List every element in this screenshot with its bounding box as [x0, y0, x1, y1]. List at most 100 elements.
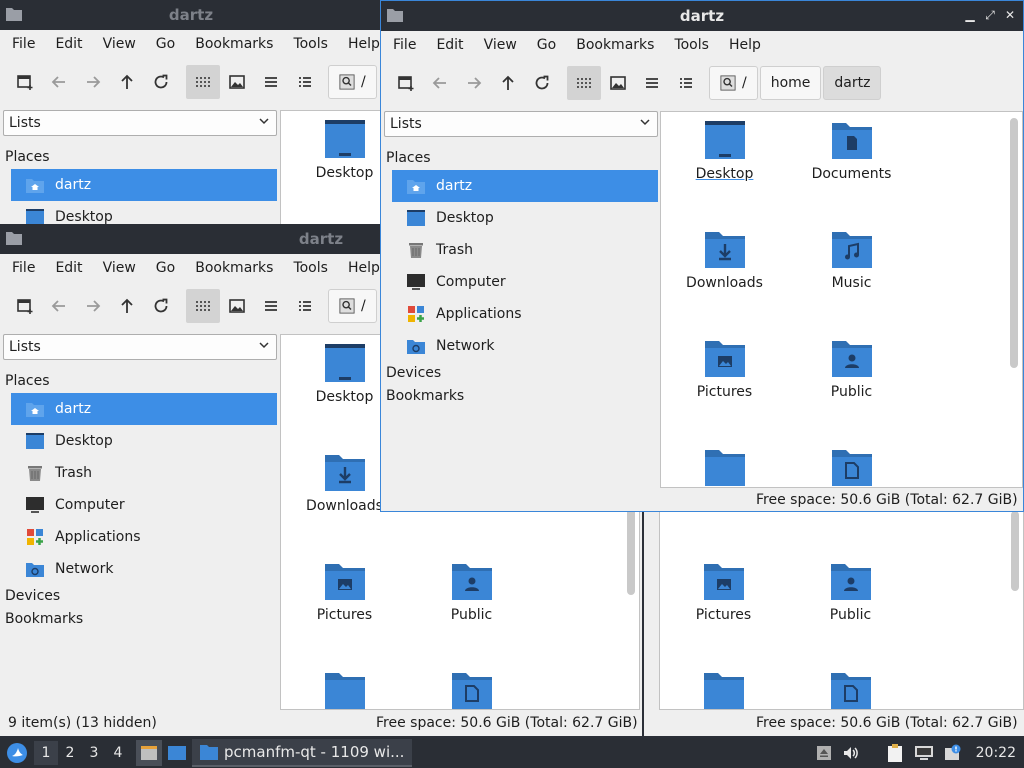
- menu-help[interactable]: Help: [719, 37, 771, 53]
- menu-file[interactable]: File: [2, 36, 45, 52]
- titlebar[interactable]: dartz ▁ ⤢ ✕: [381, 1, 1023, 31]
- menu-tools[interactable]: Tools: [283, 36, 338, 52]
- menu-view[interactable]: View: [93, 260, 146, 276]
- file-item-folder[interactable]: [660, 670, 787, 709]
- workspace-1[interactable]: 1: [34, 741, 58, 765]
- sidebar-mode-select[interactable]: Lists: [384, 111, 658, 137]
- minimize-icon[interactable]: ▁: [963, 7, 977, 23]
- back-button[interactable]: [42, 289, 76, 323]
- new-tab-button[interactable]: [8, 65, 42, 99]
- sidebar-item-network[interactable]: Network: [11, 553, 277, 585]
- file-item-templates[interactable]: [787, 670, 914, 709]
- network-wired-icon[interactable]: [914, 744, 934, 762]
- menu-edit[interactable]: Edit: [45, 260, 92, 276]
- sidebar-item-desktop[interactable]: Desktop: [11, 425, 277, 457]
- reload-button[interactable]: [144, 65, 178, 99]
- start-menu-button[interactable]: [0, 742, 34, 764]
- forward-button[interactable]: [457, 66, 491, 100]
- up-button[interactable]: [491, 66, 525, 100]
- titlebar[interactable]: dartz: [0, 0, 382, 30]
- menu-file[interactable]: File: [383, 37, 426, 53]
- sidebar-item-trash[interactable]: Trash: [392, 234, 658, 266]
- menu-tools[interactable]: Tools: [283, 260, 338, 276]
- reload-button[interactable]: [525, 66, 559, 100]
- update-notifier-icon[interactable]: [944, 744, 962, 762]
- icon-view-button[interactable]: [186, 289, 220, 323]
- sidebar-item-applications[interactable]: Applications: [392, 298, 658, 330]
- new-tab-button[interactable]: [8, 289, 42, 323]
- file-item-music[interactable]: Music: [788, 229, 915, 291]
- file-view[interactable]: Desktop Documents Downloads Music Pictur…: [660, 111, 1023, 488]
- file-item-downloads[interactable]: Downloads: [661, 229, 788, 291]
- path-crumb-home[interactable]: home: [759, 66, 822, 100]
- sidebar-item-dartz[interactable]: dartz: [392, 170, 658, 202]
- workspace-4[interactable]: 4: [106, 745, 130, 761]
- menu-help[interactable]: Help: [338, 36, 382, 52]
- new-tab-button[interactable]: [389, 66, 423, 100]
- thumbnail-view-button[interactable]: [220, 65, 254, 99]
- file-item-templates[interactable]: [788, 447, 915, 487]
- menu-view[interactable]: View: [93, 36, 146, 52]
- file-item-folder[interactable]: [661, 447, 788, 487]
- icon-view-button[interactable]: [567, 66, 601, 100]
- menu-bookmarks[interactable]: Bookmarks: [185, 260, 283, 276]
- up-button[interactable]: [110, 65, 144, 99]
- compact-view-button[interactable]: [254, 289, 288, 323]
- menu-edit[interactable]: Edit: [45, 36, 92, 52]
- icon-view-button[interactable]: [186, 65, 220, 99]
- file-item-public[interactable]: Public: [787, 561, 914, 623]
- sidebar-item-trash[interactable]: Trash: [11, 457, 277, 489]
- path-root-button[interactable]: /: [709, 66, 758, 100]
- file-item-desktop[interactable]: Desktop: [281, 119, 382, 181]
- sidebar-item-applications[interactable]: Applications: [11, 521, 277, 553]
- detail-view-button[interactable]: [288, 289, 322, 323]
- file-view[interactable]: Pictures Public: [659, 510, 1024, 710]
- file-item-templates[interactable]: [408, 670, 535, 709]
- file-item-documents[interactable]: Documents: [788, 120, 915, 182]
- file-view[interactable]: Desktop: [280, 110, 382, 228]
- file-item-pictures[interactable]: Pictures: [281, 561, 408, 623]
- file-item-public[interactable]: Public: [408, 561, 535, 623]
- thumbnail-view-button[interactable]: [220, 289, 254, 323]
- compact-view-button[interactable]: [635, 66, 669, 100]
- eject-icon[interactable]: [816, 745, 832, 761]
- sidebar-mode-select[interactable]: Lists: [3, 110, 277, 136]
- sidebar-item-network[interactable]: Network: [392, 330, 658, 362]
- show-desktop-launcher[interactable]: [162, 740, 192, 766]
- file-item-desktop[interactable]: Desktop: [661, 120, 788, 182]
- menu-edit[interactable]: Edit: [426, 37, 473, 53]
- menu-go[interactable]: Go: [146, 260, 185, 276]
- file-item-pictures[interactable]: Pictures: [661, 338, 788, 400]
- sidebar-item-desktop[interactable]: Desktop: [392, 202, 658, 234]
- file-item-pictures[interactable]: Pictures: [660, 561, 787, 623]
- up-button[interactable]: [110, 289, 144, 323]
- workspace-2[interactable]: 2: [58, 745, 82, 761]
- scrollbar[interactable]: [1011, 511, 1019, 591]
- path-root-button[interactable]: /: [328, 65, 377, 99]
- clipboard-icon[interactable]: [886, 743, 904, 763]
- menu-tools[interactable]: Tools: [664, 37, 719, 53]
- forward-button[interactable]: [76, 289, 110, 323]
- menu-file[interactable]: File: [2, 260, 45, 276]
- detail-view-button[interactable]: [288, 65, 322, 99]
- thumbnail-view-button[interactable]: [601, 66, 635, 100]
- sidebar-item-computer[interactable]: Computer: [11, 489, 277, 521]
- close-icon[interactable]: ✕: [1003, 7, 1017, 23]
- file-item-folder[interactable]: [281, 670, 408, 709]
- workspace-3[interactable]: 3: [82, 745, 106, 761]
- path-root-button[interactable]: /: [328, 289, 377, 323]
- scrollbar[interactable]: [627, 505, 635, 595]
- back-button[interactable]: [423, 66, 457, 100]
- file-item-public[interactable]: Public: [788, 338, 915, 400]
- task-pcmanfm[interactable]: pcmanfm-qt - 1109 wi...: [192, 739, 413, 767]
- scrollbar[interactable]: [1010, 118, 1018, 368]
- clock[interactable]: 20:22: [972, 745, 1020, 761]
- forward-button[interactable]: [76, 65, 110, 99]
- menu-bookmarks[interactable]: Bookmarks: [566, 37, 664, 53]
- menu-go[interactable]: Go: [527, 37, 566, 53]
- menu-view[interactable]: View: [474, 37, 527, 53]
- path-crumb-dartz[interactable]: dartz: [823, 66, 882, 100]
- compact-view-button[interactable]: [254, 65, 288, 99]
- menu-bookmarks[interactable]: Bookmarks: [185, 36, 283, 52]
- sidebar-item-dartz[interactable]: dartz: [11, 393, 277, 425]
